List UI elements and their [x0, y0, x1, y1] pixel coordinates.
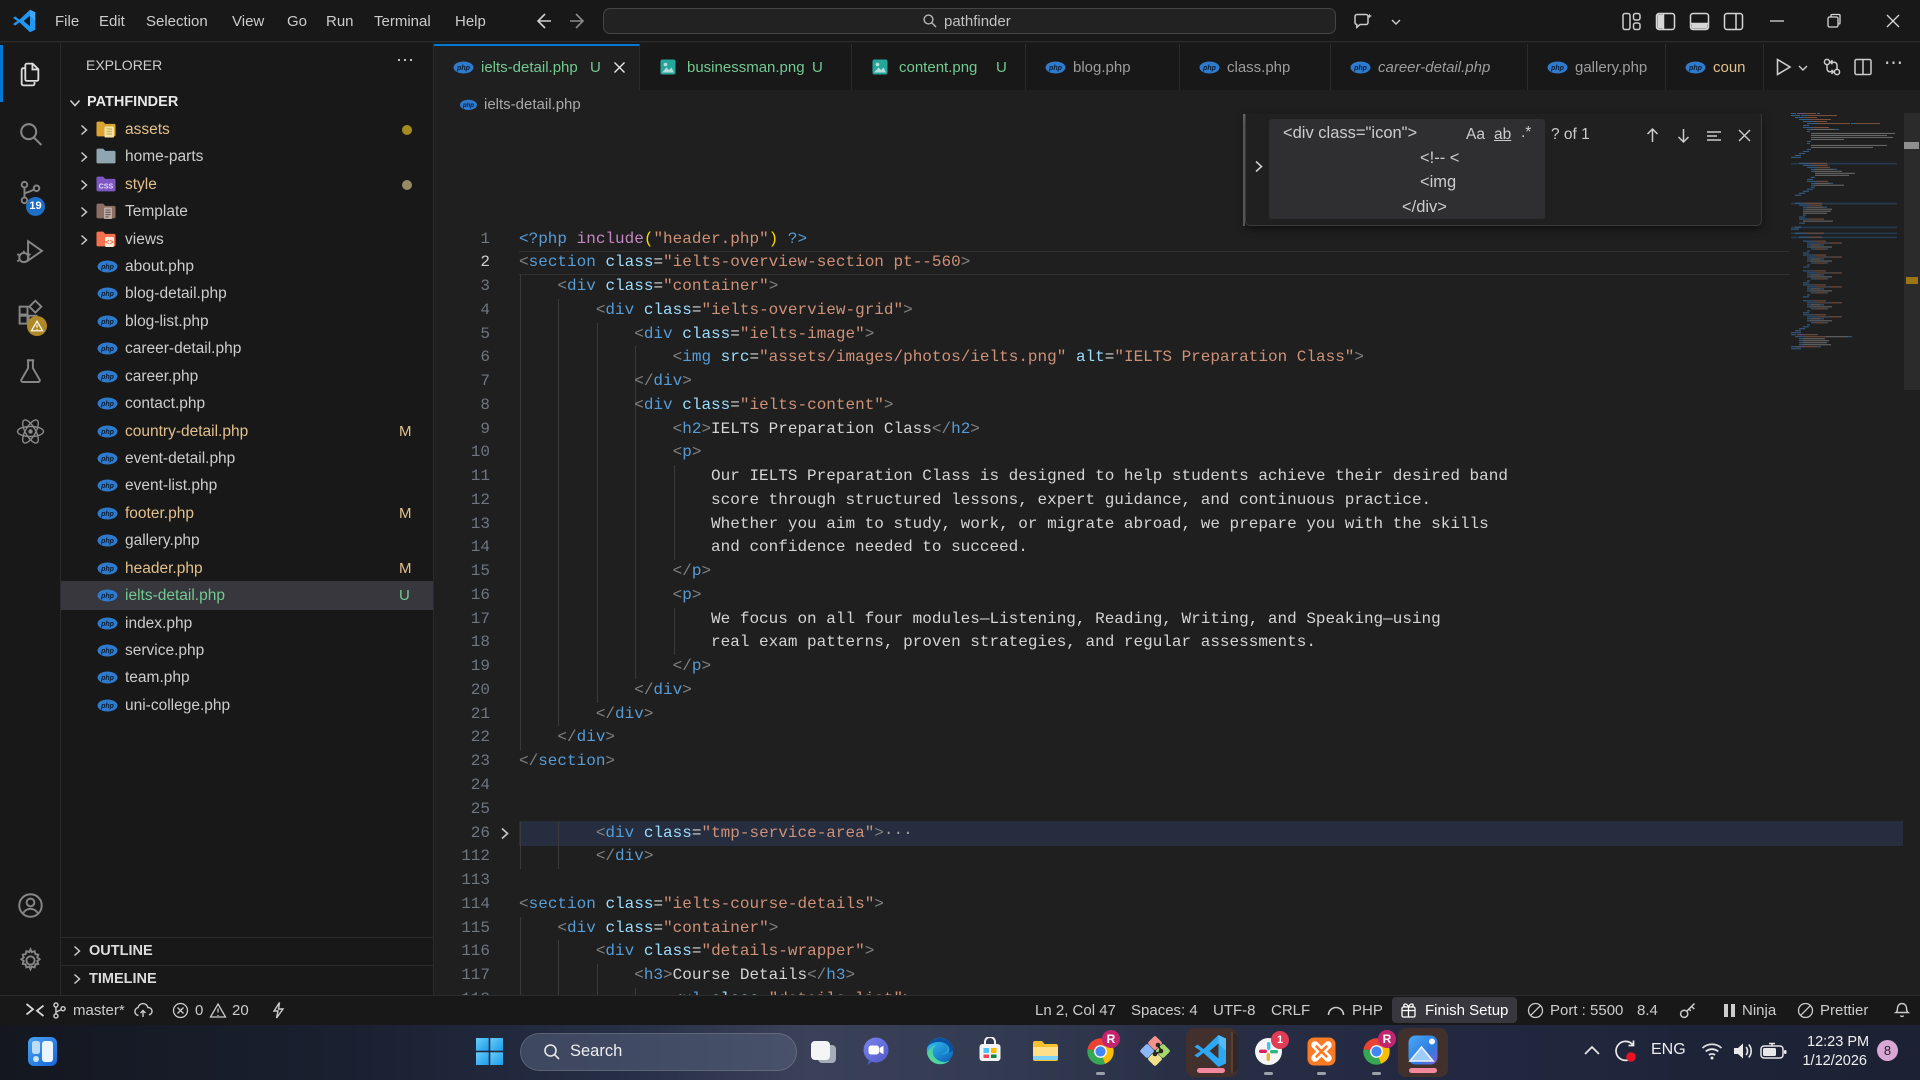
svg-text:php: php: [100, 291, 115, 298]
svg-text:php: php: [462, 103, 474, 109]
svg-text:php: php: [100, 456, 115, 463]
svg-text:php: php: [1550, 65, 1565, 72]
svg-text:CSS: CSS: [99, 183, 114, 190]
svg-text:<>: <>: [105, 239, 113, 247]
svg-text:php: php: [1048, 65, 1063, 72]
svg-text:php: php: [100, 428, 115, 435]
svg-text:php: php: [100, 401, 115, 408]
svg-text:php: php: [1202, 65, 1217, 72]
svg-text:php: php: [100, 620, 115, 627]
svg-text:php: php: [100, 373, 115, 380]
svg-text:php: php: [100, 565, 115, 572]
svg-text:php: php: [1688, 65, 1703, 72]
svg-text:php: php: [100, 593, 115, 600]
svg-text:php: php: [456, 65, 471, 72]
svg-text:php: php: [100, 538, 115, 545]
svg-text:php: php: [100, 264, 115, 271]
svg-text:php: php: [100, 703, 115, 710]
svg-text:php: php: [100, 511, 115, 518]
svg-text:php: php: [1353, 65, 1368, 72]
svg-text:php: php: [100, 319, 115, 326]
svg-text:php: php: [100, 648, 115, 655]
svg-text:php: php: [100, 483, 115, 490]
svg-text:php: php: [100, 346, 115, 353]
svg-text:php: php: [100, 675, 115, 682]
